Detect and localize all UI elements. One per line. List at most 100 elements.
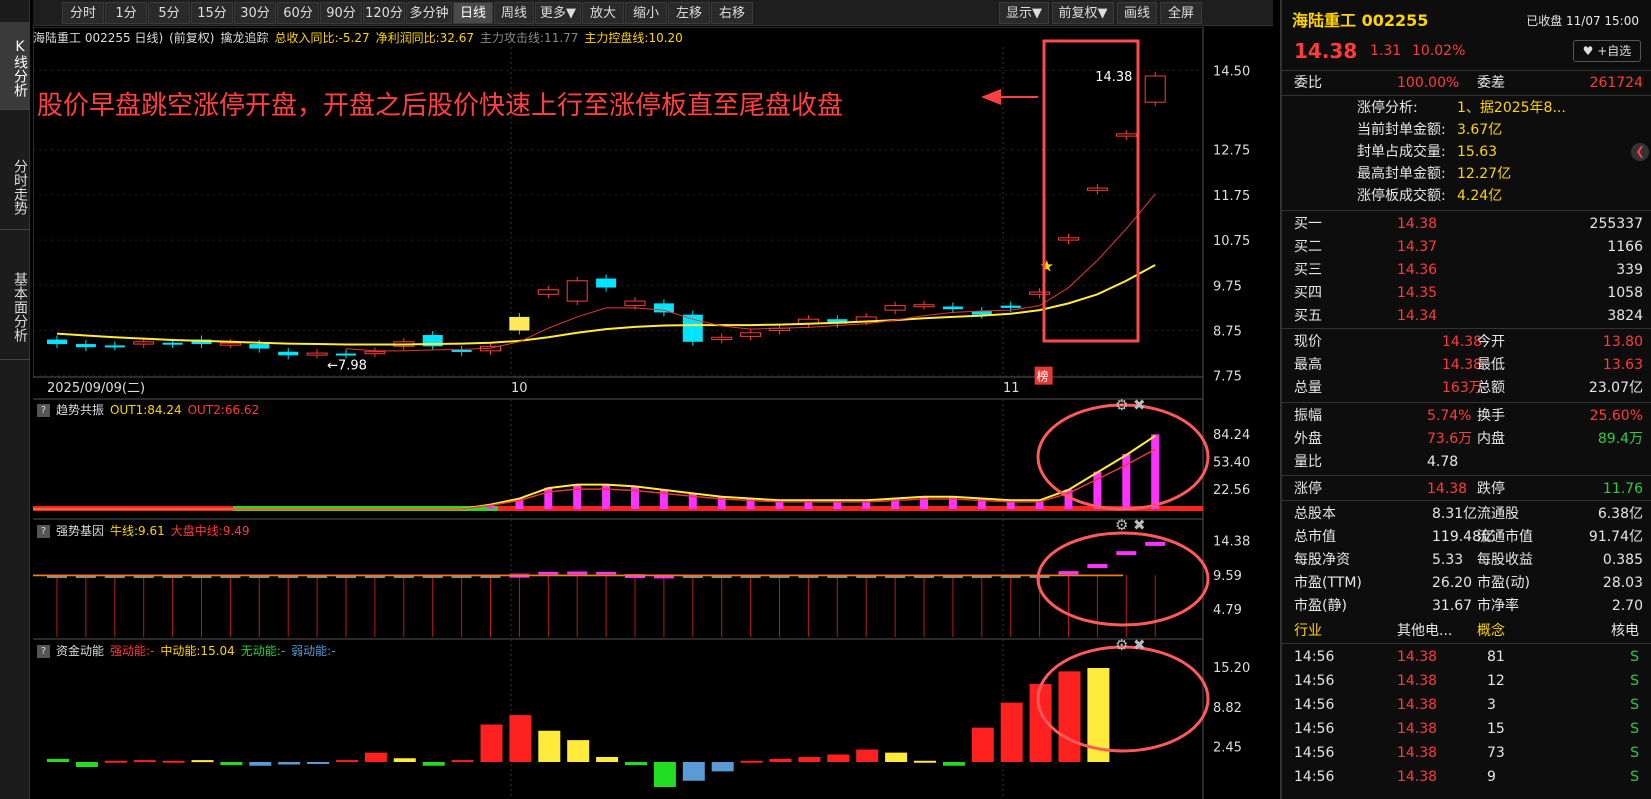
add-watchlist-button[interactable]: ♥ +自选 <box>1573 40 1641 62</box>
price-change: 1.31 <box>1370 43 1402 59</box>
tab-industry[interactable]: 行业 <box>1294 620 1322 642</box>
text: 12 <box>1487 673 1505 689</box>
fund-bar-30 <box>914 760 936 763</box>
text: 5.33 <box>1432 552 1464 568</box>
text: 量比 <box>1294 454 1322 470</box>
fund-bar-17 <box>538 730 561 762</box>
toolbar-7[interactable]: 120分 <box>363 2 405 24</box>
gene-tick: 9.59 <box>1213 569 1242 584</box>
text: 内盘 <box>1477 431 1505 447</box>
fund-bar-4 <box>162 760 185 763</box>
text: 14.38 <box>1397 721 1438 737</box>
toolbar-3[interactable]: 15分 <box>191 2 233 24</box>
tab-concept[interactable]: 概念 <box>1477 620 1505 642</box>
text: 15.63 <box>1457 144 1498 160</box>
text: 14.36 <box>1397 262 1438 278</box>
fund-bar-2 <box>104 760 127 763</box>
quote-title-row: 海陆重工 002255 已收盘 11/07 15:00 <box>1282 10 1651 32</box>
panel-gene-header: ? 强势基因 牛线:9.61 大盘中线:9.49 <box>33 521 1203 541</box>
trend-bar-39 <box>1151 434 1160 509</box>
tab-fundamentals[interactable]: 基本面分析 <box>0 250 30 360</box>
toolbar-right-2[interactable]: 画线 <box>1117 2 1157 24</box>
candle-21 <box>653 303 674 313</box>
toolbar-6[interactable]: 90分 <box>320 2 362 24</box>
help-icon[interactable]: ? <box>37 525 50 538</box>
tab-industry-name[interactable]: 其他电... <box>1397 620 1452 642</box>
bid-row-0: 买一 14.38 255337 <box>1282 213 1651 235</box>
text: 买四 <box>1294 285 1322 301</box>
toolbar-right-1[interactable]: 前复权▼ <box>1052 2 1114 24</box>
toolbar-15[interactable]: 右移 <box>711 2 753 24</box>
tab-concept-name[interactable]: 核电 <box>1611 620 1639 642</box>
candle-36 <box>1086 187 1108 191</box>
quote2-row-0: 振幅 5.74% 换手 25.60% <box>1282 405 1651 427</box>
toolbar-right-0[interactable]: 显示▼ <box>999 2 1049 24</box>
fund-bar-6 <box>220 762 243 766</box>
toolbar-5[interactable]: 60分 <box>277 2 319 24</box>
quote-row-1: 最高 14.38 最低 13.63 <box>1282 354 1651 376</box>
toolbar-9[interactable]: 日线 <box>453 2 493 24</box>
quote-row-2: 总量 163万 总额 23.07亿 <box>1282 377 1651 399</box>
fund-bar-21 <box>653 762 676 787</box>
fund-bar-35 <box>1058 671 1081 762</box>
text: 3 <box>1487 697 1496 713</box>
candle-35 <box>1058 237 1079 241</box>
gene-tick: 14.38 <box>1213 535 1250 550</box>
quote-panel: 海陆重工 002255 已收盘 11/07 15:00 14.38 1.31 10.02… <box>1280 0 1651 799</box>
toolbar-4[interactable]: 30分 <box>234 2 276 24</box>
gene-bar-37 <box>1116 551 1137 556</box>
fund-bar-31 <box>942 762 965 766</box>
collapse-arrow-icon[interactable]: ❮ <box>1631 143 1649 161</box>
text: 外盘 <box>1294 431 1322 447</box>
text: 14.38 <box>1397 673 1438 689</box>
chart-area: 海陆重工 002255 日线) (前复权) 擒龙追踪 总收入同比:-5.27 净利润同比… <box>33 27 1273 799</box>
divider <box>1282 643 1651 644</box>
toolbar-10[interactable]: 周线 <box>494 2 534 24</box>
toolbar-1[interactable]: 1分 <box>105 2 147 24</box>
text: 89.4万 <box>1597 431 1643 447</box>
fund-bar-28 <box>856 749 879 762</box>
quote2-row-1: 外盘 73.6万 内盘 89.4万 <box>1282 428 1651 450</box>
help-icon[interactable]: ? <box>37 404 50 417</box>
bid-row-2: 买三 14.36 339 <box>1282 259 1651 281</box>
period-toolbar: 分时 1分 5分 15分 30分 60分 90分 120分 多分钟 日线 周线 更多▼ 放大 缩小 左移 右移… <box>33 0 1273 26</box>
text: 1058 <box>1607 285 1643 301</box>
divider <box>1282 500 1651 501</box>
text: 市盈(TTM) <box>1294 575 1362 591</box>
text: 买五 <box>1294 308 1322 324</box>
tab-kline[interactable]: K线分析 <box>0 22 30 110</box>
toolbar-13[interactable]: 缩小 <box>625 2 667 24</box>
text: 14:56 <box>1294 769 1335 785</box>
toolbar-11[interactable]: 更多▼ <box>535 2 581 24</box>
text: 市净率 <box>1477 598 1519 614</box>
toolbar-14[interactable]: 左移 <box>668 2 710 24</box>
candle-2 <box>104 345 125 348</box>
text: 14:56 <box>1294 673 1335 689</box>
fund-bar-7 <box>249 762 272 766</box>
text: 现价 <box>1294 334 1322 350</box>
toolbar-0[interactable]: 分时 <box>62 2 104 24</box>
toolbar-8[interactable]: 多分钟 <box>406 2 452 24</box>
text: 最低 <box>1477 357 1505 373</box>
ma-red-line <box>345 193 1156 352</box>
fund-bar-24 <box>740 760 763 763</box>
fund-bar-18 <box>567 740 590 762</box>
text: 委差 <box>1477 75 1505 91</box>
text: 11.76 <box>1602 481 1643 497</box>
help-icon[interactable]: ? <box>37 645 50 658</box>
candle-9 <box>306 352 328 356</box>
tab-intraday[interactable]: 分时走势 <box>0 140 30 230</box>
limit-row: 涨停 14.38 跌停 11.76 <box>1282 478 1651 500</box>
text: 14:56 <box>1294 745 1335 761</box>
text: 14.38 <box>1397 649 1438 665</box>
toolbar-2[interactable]: 5分 <box>148 2 190 24</box>
trend-bar-38 <box>1122 453 1131 509</box>
divider <box>1282 95 1651 96</box>
text: 14.38 <box>1427 481 1468 497</box>
toolbar-12[interactable]: 放大 <box>582 2 624 24</box>
fund-bar-3 <box>133 760 156 763</box>
toolbar-right-3[interactable]: 全屏 <box>1160 2 1202 24</box>
fund-bar-14 <box>451 760 474 763</box>
fund-bar-11 <box>364 752 387 762</box>
fund-bar-10 <box>336 760 358 763</box>
